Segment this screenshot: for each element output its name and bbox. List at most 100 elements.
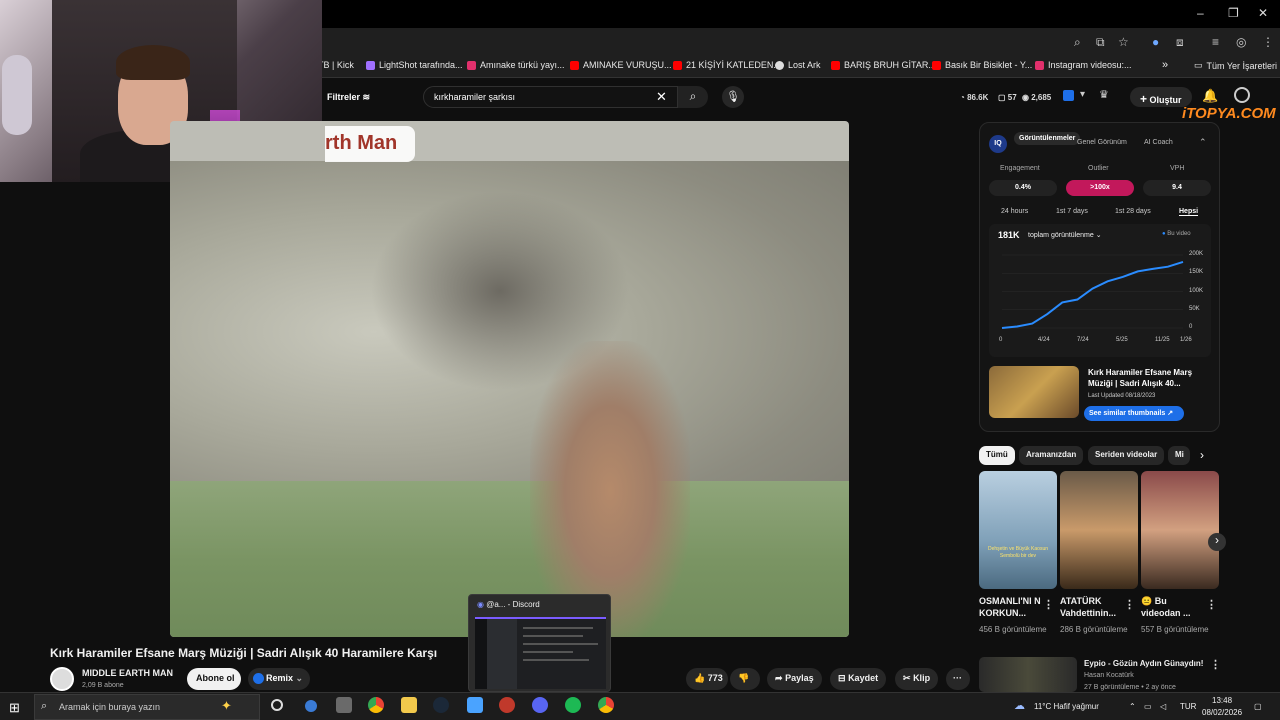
youtube-icon: [673, 60, 682, 70]
channel-avatar[interactable]: [50, 667, 74, 691]
bookmark-item[interactable]: LightShot tarafında...: [366, 60, 463, 70]
close-button[interactable]: ✕: [1258, 6, 1268, 20]
clip-button[interactable]: ✂ Klip: [895, 668, 939, 690]
install-icon[interactable]: ⧉: [1096, 35, 1105, 50]
vidiq-icon[interactable]: [1063, 90, 1074, 101]
clock-date[interactable]: 08/02/2026: [1202, 708, 1242, 717]
create-button[interactable]: + Oluştur: [1130, 87, 1192, 107]
chip-from-search[interactable]: Aramanızdan: [1019, 446, 1084, 465]
voice-search-button[interactable]: 🎙: [722, 86, 744, 108]
discord-taskbar-icon[interactable]: [532, 697, 548, 713]
taskbar-search-box[interactable]: ⌕ Aramak için buraya yazın ✦: [34, 694, 260, 720]
language-indicator[interactable]: TUR: [1180, 702, 1196, 711]
more-actions-button[interactable]: ···: [946, 668, 970, 690]
avatar[interactable]: [1234, 87, 1250, 103]
short-title-2[interactable]: ATATÜRK Vahdettinin...: [1060, 595, 1126, 619]
discord-channel-list: [487, 619, 517, 689]
next-video-thumbnail[interactable]: [979, 657, 1077, 692]
chrome-icon[interactable]: [598, 697, 614, 713]
notifications-bell-icon[interactable]: 🔔: [1202, 88, 1218, 104]
short-menu-icon[interactable]: ⋮: [1043, 598, 1054, 611]
bookmark-item[interactable]: Amınake türkü yayı...: [467, 60, 565, 70]
download-app-icon[interactable]: [467, 697, 483, 713]
chevron-right-icon[interactable]: ›: [1200, 448, 1204, 462]
next-video-menu-icon[interactable]: ⋮: [1210, 658, 1221, 671]
clock-time[interactable]: 13:48: [1212, 696, 1232, 705]
search-button[interactable]: ⌕: [678, 86, 708, 108]
card-updated: Last Updated 08/18/2023: [1088, 393, 1156, 399]
spotify-icon[interactable]: [565, 697, 581, 713]
chip-series[interactable]: Seriden videolar: [1088, 446, 1165, 465]
clear-search-icon[interactable]: ✕: [656, 89, 667, 105]
subscribe-button[interactable]: Abone ol: [187, 668, 241, 690]
video-thumbnail-card[interactable]: [989, 366, 1079, 418]
search-input[interactable]: kırkharamiler şarkısı: [423, 86, 678, 108]
menu-dots-icon[interactable]: ⋮: [1262, 35, 1274, 49]
remix-button[interactable]: Remix ⌄: [248, 668, 310, 690]
short-menu-icon[interactable]: ⋮: [1124, 598, 1135, 611]
channel-name[interactable]: MIDDLE EARTH MAN: [82, 668, 173, 678]
short-thumbnail-3[interactable]: [1141, 471, 1219, 589]
search-icon: ⌕: [41, 700, 48, 712]
bookmark-item[interactable]: TB | Kick: [318, 60, 354, 70]
next-video-title[interactable]: Eypio - Gözün Aydın Günaydın!: [1084, 659, 1203, 668]
save-button[interactable]: ⊟ Kaydet: [830, 668, 887, 690]
volume-icon[interactable]: ◁: [1160, 702, 1166, 711]
short-menu-icon[interactable]: ⋮: [1206, 598, 1217, 611]
bookmark-item[interactable]: Instagram videosu:...: [1035, 60, 1132, 70]
media-icon[interactable]: ≡: [1212, 35, 1219, 49]
bookmark-item[interactable]: Lost Ark: [775, 60, 821, 70]
video-player[interactable]: rth Man: [170, 121, 849, 637]
bookmark-item[interactable]: 21 KİŞİYİ KATLEDEN...: [673, 60, 781, 70]
chrome-icon[interactable]: [368, 697, 384, 713]
windows-start-icon[interactable]: ⊞: [9, 700, 20, 716]
extensions-puzzle-icon[interactable]: ⧈: [1176, 35, 1184, 50]
weather-text[interactable]: 11°C Hafif yağmur: [1034, 702, 1099, 711]
all-bookmarks-button[interactable]: ▭ Tüm Yer İşaretleri: [1194, 60, 1277, 71]
folder-icon: ▭: [1194, 60, 1203, 70]
bookmark-item[interactable]: BARIŞ BRUH GİTAR...: [831, 60, 936, 70]
bookmark-item[interactable]: Basık Bir Bisiklet - Y...: [932, 60, 1032, 70]
discord-taskbar-preview[interactable]: ◉ @a... - Discord: [468, 594, 611, 692]
app-red-icon[interactable]: [499, 697, 515, 713]
short-title-1[interactable]: OSMANLI'NI N KORKUN...: [979, 595, 1045, 619]
notification-center-icon[interactable]: ▢: [1254, 702, 1262, 711]
app-icon[interactable]: [305, 700, 317, 712]
short-thumbnail-2[interactable]: [1060, 471, 1138, 589]
chip-more[interactable]: Mi: [1168, 446, 1190, 465]
short-title-3[interactable]: 😐 Bu videodan ...: [1141, 595, 1207, 619]
search-icon: ⌕: [689, 89, 697, 103]
shorts-next-button[interactable]: ›: [1208, 533, 1226, 551]
minimize-button[interactable]: –: [1197, 6, 1204, 20]
calculator-icon[interactable]: [336, 697, 352, 713]
instagram-icon: [1035, 60, 1044, 70]
bookmarks-more-button[interactable]: »: [1162, 59, 1168, 71]
similar-thumbnails-button[interactable]: See similar thumbnails ↗: [1084, 406, 1184, 421]
network-icon[interactable]: ▭: [1144, 702, 1152, 711]
profile-icon[interactable]: ◎: [1236, 35, 1246, 49]
dropdown-icon[interactable]: ▾: [1080, 89, 1085, 100]
extension-icon[interactable]: ●: [1152, 35, 1159, 49]
bookmark-icon: ⊟: [838, 673, 846, 683]
maximize-button[interactable]: ❐: [1228, 6, 1239, 20]
filters-button[interactable]: Filtreler ≋: [327, 92, 370, 103]
short-thumbnail-1[interactable]: Dehşetin ve Büyük Kaosun Sembolü bir dev: [979, 471, 1057, 589]
chart-y-tick: 200K: [1189, 251, 1204, 257]
share-button[interactable]: ➦ Paylaş: [767, 668, 822, 690]
dislike-button[interactable]: 👎: [730, 668, 760, 690]
task-view-icon[interactable]: [271, 699, 283, 711]
bookmark-star-icon[interactable]: ☆: [1118, 35, 1129, 49]
tray-chevron-icon[interactable]: ⌃: [1129, 702, 1136, 711]
short-overlay-text: Dehşetin ve Büyük Kaosun Sembolü bir dev: [987, 546, 1049, 559]
steam-icon[interactable]: [433, 697, 449, 713]
short-views-2: 286 B görüntüleme: [1060, 625, 1128, 634]
trophy-icon[interactable]: ♛: [1099, 88, 1109, 101]
bookmark-item[interactable]: AMINAKE VURUŞU...: [570, 60, 672, 70]
lamp-shape: [2, 55, 32, 135]
globe-icon: [775, 60, 784, 70]
zoom-icon[interactable]: ⌕: [1074, 35, 1081, 50]
like-button[interactable]: 👍 773: [686, 668, 728, 690]
file-explorer-icon[interactable]: [401, 697, 417, 713]
taskbar-search-placeholder: Aramak için buraya yazın: [59, 702, 161, 712]
chip-all[interactable]: Tümü: [979, 446, 1015, 465]
